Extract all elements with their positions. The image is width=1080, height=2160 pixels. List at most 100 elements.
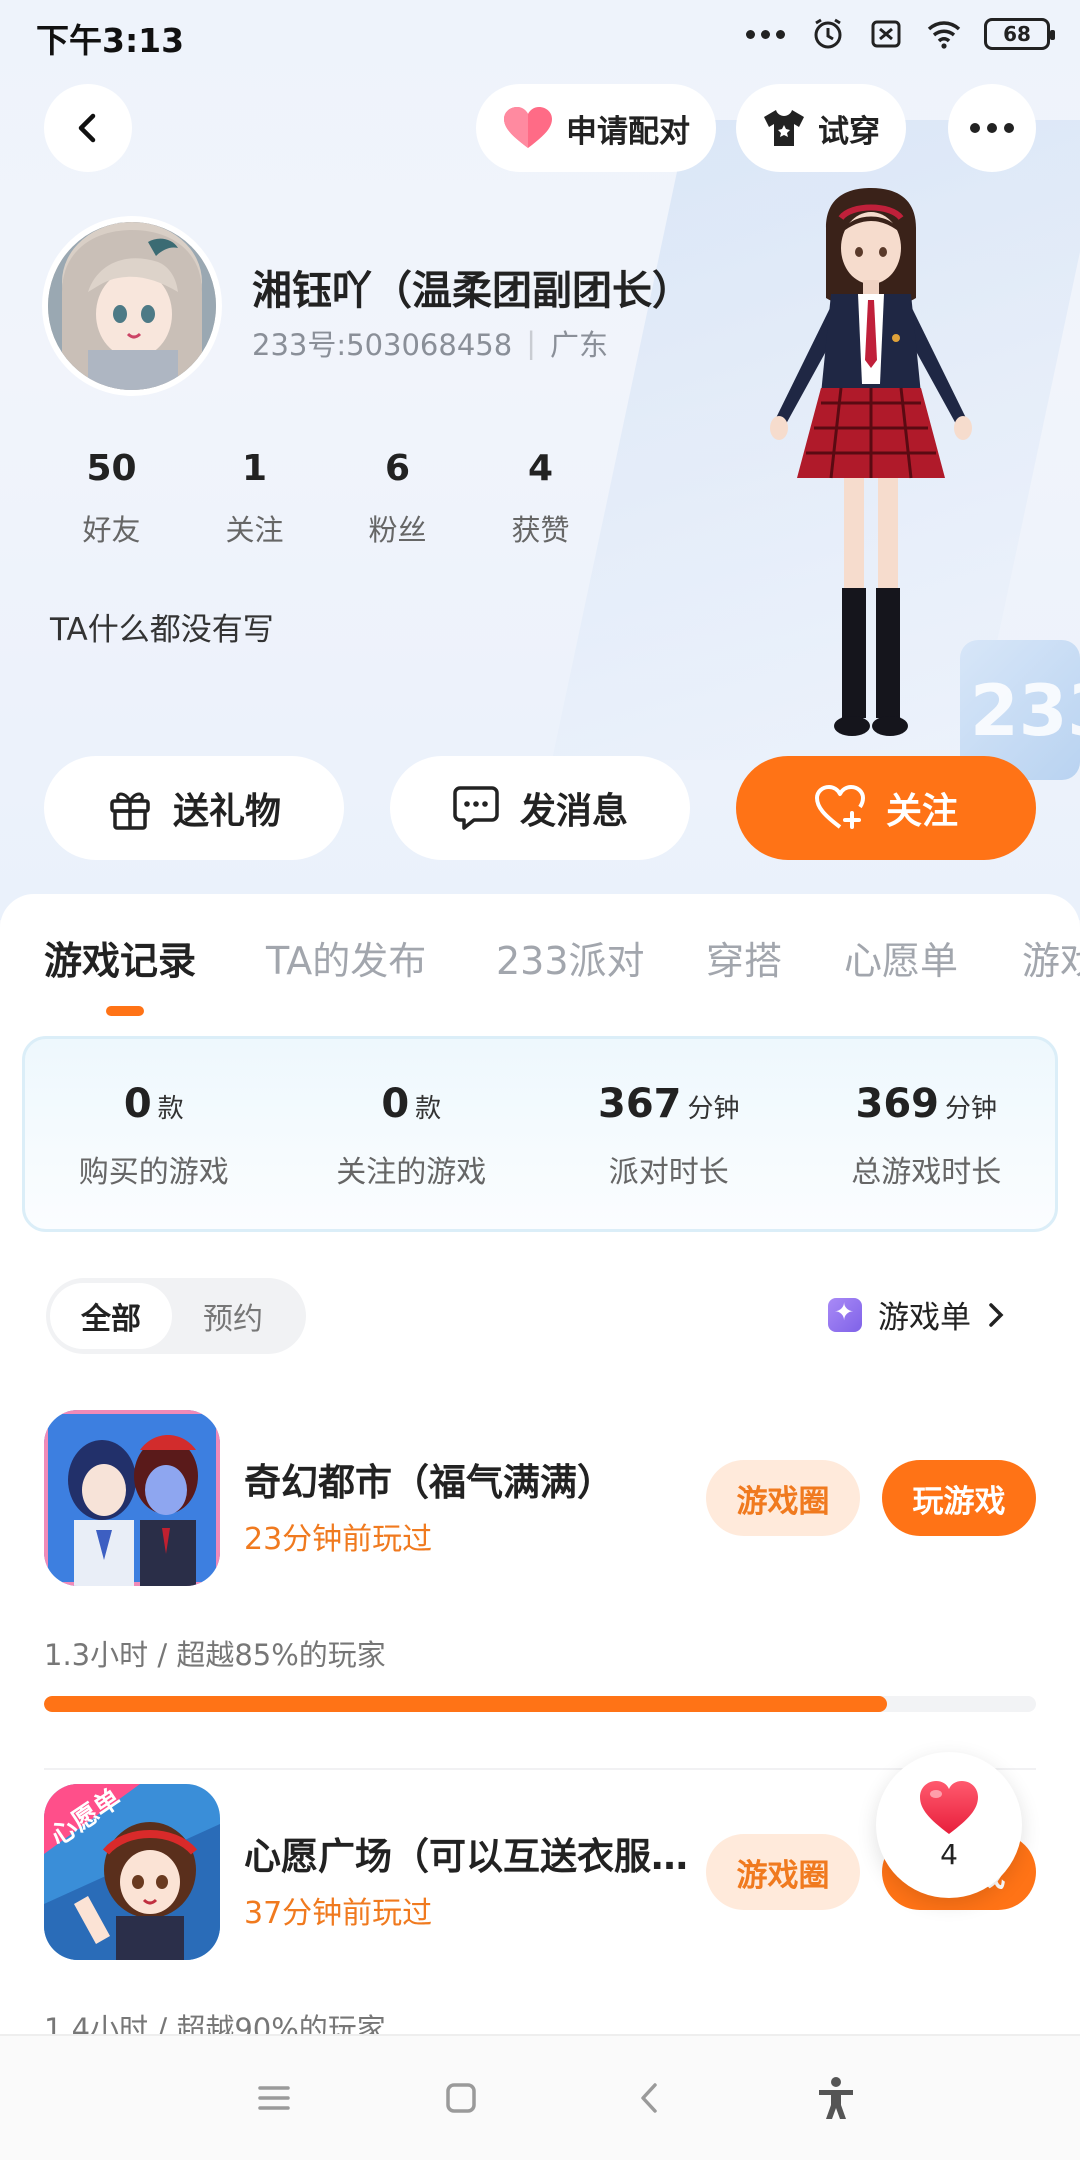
separator: | [526,326,536,360]
request-pair-label: 申请配对 [566,113,690,150]
tab-active-indicator [106,1006,144,1016]
try-on-button[interactable]: 试穿 [736,84,906,172]
summary-label: 关注的游戏 [336,1155,487,1190]
more-icon [970,123,980,133]
status-time: 下午3:13 [36,21,185,60]
status-bar: 下午3:13 68 [0,0,1080,70]
follow-button[interactable]: 关注 [736,756,1036,860]
user-id-row: 233号:503068458 | 广东 [252,322,608,364]
play-game-button[interactable]: 玩游戏 [882,1460,1036,1536]
user-id: 233号:503068458 [252,328,513,362]
wifi-icon [927,21,961,49]
character-avatar-figure[interactable] [746,188,996,748]
menu-icon [258,2086,290,2110]
summary-value: 0 [381,1081,410,1127]
game-playtime-stat: 1.4小时 / 超越90%的玩家 [44,2012,386,2034]
tab-games[interactable]: 游戏 [1022,930,1080,985]
system-navigation-bar [0,2034,1080,2160]
chat-icon [453,786,499,830]
stat-following[interactable]: 1 关注 [183,448,326,549]
tab-game-records[interactable]: 游戏记录 [44,930,196,985]
try-on-label: 试穿 [818,113,880,150]
game-row: 奇幻都市（福气满满） 23分钟前玩过 游戏圈 玩游戏 1.3小时 / 超越85%… [0,1410,1080,1770]
summary-purchased-games[interactable]: 0款 购买的游戏 [25,1039,283,1229]
game-circle-button[interactable]: 游戏圈 [706,1834,860,1910]
chevron-right-icon [989,1302,1004,1327]
heart-icon [920,1780,978,1834]
more-options-button[interactable] [948,84,1036,172]
username: 湘钰吖（温柔团副团长） [252,268,692,314]
follow-label: 关注 [885,791,958,832]
game-list-link[interactable]: 游戏单 [828,1292,1005,1337]
summary-label: 派对时长 [608,1155,729,1190]
stat-value: 1 [241,448,268,489]
game-icon[interactable] [44,1410,220,1586]
alarm-icon [814,18,842,49]
more-notifications-icon [746,27,788,41]
tab-233-party[interactable]: 233派对 [496,930,645,985]
send-gift-label: 送礼物 [172,791,281,832]
menu-button[interactable] [242,2066,306,2130]
nav-back-button[interactable] [617,2066,681,2130]
back-button[interactable] [44,84,132,172]
game-name[interactable]: 奇幻都市（福气满满） [244,1452,704,1506]
game-name[interactable]: 心愿广场（可以互送衣服… [244,1826,704,1880]
game-last-played: 37分钟前玩过 [244,1896,433,1931]
summary-label: 购买的游戏 [78,1155,229,1190]
avatar[interactable] [42,216,222,396]
summary-unit: 分钟 [687,1094,740,1124]
tab-wishlist[interactable]: 心愿单 [844,930,958,985]
accessibility-icon [819,2077,854,2119]
send-gift-button[interactable]: 送礼物 [44,756,344,860]
divider [44,1768,1036,1770]
stat-friends[interactable]: 50 好友 [40,448,183,549]
gift-icon [110,792,150,830]
stat-label: 粉丝 [368,513,427,547]
filter-all[interactable]: 全部 [50,1283,172,1349]
summary-total-duration: 369 分钟 总游戏时长 [798,1039,1056,1229]
game-last-played: 23分钟前玩过 [244,1522,433,1557]
back-icon [78,113,96,143]
send-message-label: 发消息 [519,791,628,832]
tshirt-icon [764,110,804,146]
accessibility-button[interactable] [804,2066,868,2130]
stat-value: 4 [527,448,554,489]
game-progress-bar [44,1696,1036,1712]
nav-back-icon [641,2083,657,2113]
tab-outfits[interactable]: 穿搭 [706,930,782,985]
like-count: 4 [940,1837,958,1871]
profile-hero: 233 下午3:13 68 申请配对 试穿 [0,0,1080,920]
filter-reserve[interactable]: 预约 [172,1283,294,1349]
game-list-label: 游戏单 [878,1300,971,1336]
stat-likes[interactable]: 4 获赞 [469,448,612,549]
progress-fill [44,1696,888,1712]
status-icons: 68 [746,16,1055,52]
summary-value: 369 [855,1081,939,1127]
stat-label: 关注 [225,513,284,547]
summary-value: 0 [123,1081,152,1127]
profile-tabs: 游戏记录 TA的发布 233派对 穿搭 心愿单 游戏 [0,930,1080,1010]
send-message-button[interactable]: 发消息 [390,756,690,860]
request-pair-button[interactable]: 申请配对 [476,84,716,172]
profile-bio: TA什么都没有写 [50,612,274,648]
stat-value: 50 [86,448,137,489]
stat-value: 6 [384,448,411,489]
summary-unit: 分钟 [944,1094,997,1124]
summary-party-duration: 367 分钟 派对时长 [540,1039,798,1229]
home-button[interactable] [429,2066,493,2130]
like-floating-button[interactable]: 4 [876,1752,1022,1898]
heart-plus-icon [814,785,865,829]
sim-off-icon [871,20,901,48]
battery-indicator: 68 [984,18,1055,50]
summary-unit: 款 [415,1094,442,1124]
game-circle-button[interactable]: 游戏圈 [706,1460,860,1536]
game-icon[interactable]: 心愿单 [44,1784,220,1960]
stat-label: 获赞 [511,513,570,547]
home-icon [446,2083,476,2113]
stat-fans[interactable]: 6 粉丝 [326,448,469,549]
tab-posts[interactable]: TA的发布 [266,930,426,985]
profile-stats: 50 好友 1 关注 6 粉丝 4 获赞 [40,448,612,549]
stat-label: 好友 [82,513,141,547]
heart-icon [504,107,552,148]
summary-followed-games[interactable]: 0款 关注的游戏 [283,1039,541,1229]
